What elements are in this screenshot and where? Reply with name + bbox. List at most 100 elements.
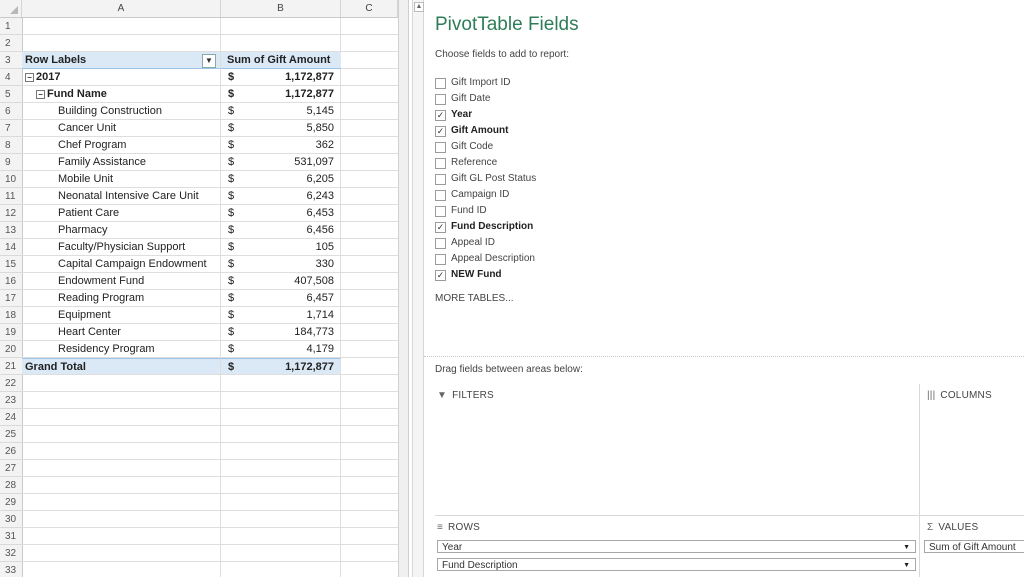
cell-a[interactable]: Chef Program (22, 137, 221, 154)
field-item[interactable]: Gift Import ID (435, 75, 536, 91)
cell-b-currency[interactable] (221, 494, 241, 511)
dropdown-arrow-icon[interactable]: ▼ (903, 559, 910, 572)
row-number[interactable]: 10 (0, 171, 22, 188)
row-number[interactable]: 23 (0, 392, 22, 409)
cell-a[interactable] (22, 35, 221, 52)
field-item[interactable]: Gift Code (435, 139, 536, 155)
checkbox-icon[interactable] (435, 94, 446, 105)
cell-b-currency[interactable]: $ (221, 154, 241, 171)
cell-a[interactable] (22, 460, 221, 477)
row-number[interactable]: 4 (0, 69, 22, 86)
cell-a[interactable] (22, 443, 221, 460)
cell-b-currency[interactable] (221, 477, 241, 494)
cell-b-value[interactable]: 362 (241, 137, 341, 154)
cell-a[interactable]: Residency Program (22, 341, 221, 358)
cell-a[interactable] (22, 511, 221, 528)
spreadsheet[interactable]: A B C 1 2 3 Row Labels ▼ Sum of Gift Amount 4−… (0, 0, 408, 577)
cell-b-currency[interactable]: $ (221, 103, 241, 120)
row-number[interactable]: 21 (0, 358, 22, 375)
sheet-vertical-scrollbar[interactable] (398, 0, 408, 577)
checkbox-icon[interactable] (435, 174, 446, 185)
row-number[interactable]: 27 (0, 460, 22, 477)
cell-a[interactable] (22, 426, 221, 443)
cell-a[interactable] (22, 409, 221, 426)
cell-b-value[interactable] (241, 426, 341, 443)
cell-a[interactable]: Pharmacy (22, 222, 221, 239)
cell-b-currency[interactable]: $ (221, 256, 241, 273)
checkbox-icon[interactable] (435, 78, 446, 89)
field-item[interactable]: Fund ID (435, 203, 536, 219)
cell-b-currency[interactable] (221, 375, 241, 392)
cell-a[interactable]: Faculty/Physician Support (22, 239, 221, 256)
cell-a[interactable] (22, 562, 221, 577)
checkbox-icon[interactable] (435, 158, 446, 169)
cell-b-currency[interactable] (221, 35, 241, 52)
cell-b-currency[interactable]: $ (221, 324, 241, 341)
cell-b-currency[interactable] (221, 426, 241, 443)
cell-b-currency[interactable] (221, 460, 241, 477)
checkbox-checked-icon[interactable]: ✓ (435, 270, 446, 281)
row-number[interactable]: 18 (0, 307, 22, 324)
sum-of-gift-amount-header[interactable]: Sum of Gift Amount (221, 52, 341, 69)
cell-b-value[interactable] (241, 18, 341, 35)
row-number[interactable]: 25 (0, 426, 22, 443)
field-item[interactable]: ✓ Year (435, 107, 536, 123)
row-number[interactable]: 33 (0, 562, 22, 577)
cell-b-value[interactable]: 407,508 (241, 273, 341, 290)
cell-b-currency[interactable]: $ (221, 358, 241, 375)
row-number[interactable]: 14 (0, 239, 22, 256)
cell-b-currency[interactable]: $ (221, 205, 241, 222)
cell-b-currency[interactable]: $ (221, 341, 241, 358)
row-number[interactable]: 28 (0, 477, 22, 494)
cell-b-value[interactable] (241, 562, 341, 577)
row-number[interactable]: 3 (0, 52, 22, 69)
column-header-b[interactable]: B (221, 0, 341, 17)
checkbox-checked-icon[interactable]: ✓ (435, 126, 446, 137)
scroll-up-icon[interactable]: ▲ (414, 2, 424, 12)
row-number[interactable]: 16 (0, 273, 22, 290)
cell-b-value[interactable]: 330 (241, 256, 341, 273)
checkbox-icon[interactable] (435, 254, 446, 265)
cell-b-currency[interactable]: $ (221, 188, 241, 205)
cell-b-value[interactable]: 6,205 (241, 171, 341, 188)
checkbox-checked-icon[interactable]: ✓ (435, 110, 446, 121)
cell-b-currency[interactable] (221, 545, 241, 562)
row-number[interactable]: 22 (0, 375, 22, 392)
cell-b-currency[interactable] (221, 18, 241, 35)
row-number[interactable]: 13 (0, 222, 22, 239)
cell-b-value[interactable]: 5,145 (241, 103, 341, 120)
row-number[interactable]: 6 (0, 103, 22, 120)
row-number[interactable]: 7 (0, 120, 22, 137)
cell-b-currency[interactable]: $ (221, 86, 241, 103)
cell-a[interactable]: Family Assistance (22, 154, 221, 171)
row-number[interactable]: 30 (0, 511, 22, 528)
cell-b-currency[interactable]: $ (221, 120, 241, 137)
cell-a[interactable] (22, 477, 221, 494)
cell-b-currency[interactable]: $ (221, 273, 241, 290)
cell-a[interactable]: Capital Campaign Endowment (22, 256, 221, 273)
cell-a[interactable]: Building Construction (22, 103, 221, 120)
cell-a[interactable]: Mobile Unit (22, 171, 221, 188)
values-field-sum[interactable]: Sum of Gift Amount (924, 540, 1024, 553)
cell-b-value[interactable]: 1,714 (241, 307, 341, 324)
field-item[interactable]: Reference (435, 155, 536, 171)
checkbox-icon[interactable] (435, 206, 446, 217)
cell-a[interactable]: Endowment Fund (22, 273, 221, 290)
field-list-scrollbar[interactable]: ▲ (412, 0, 424, 577)
cell-b-currency[interactable] (221, 562, 241, 577)
row-number[interactable]: 19 (0, 324, 22, 341)
more-tables-link[interactable]: MORE TABLES... (435, 293, 514, 304)
cell-b-value[interactable]: 184,773 (241, 324, 341, 341)
cell-b-value[interactable]: 531,097 (241, 154, 341, 171)
row-number[interactable]: 8 (0, 137, 22, 154)
cell-b-value[interactable] (241, 443, 341, 460)
checkbox-icon[interactable] (435, 142, 446, 153)
cell-b-value[interactable] (241, 409, 341, 426)
cell-b-value[interactable]: 1,172,877 (241, 69, 341, 86)
row-number[interactable]: 5 (0, 86, 22, 103)
cell-a[interactable] (22, 545, 221, 562)
field-item[interactable]: Gift Date (435, 91, 536, 107)
cell-b-currency[interactable] (221, 528, 241, 545)
row-number[interactable]: 2 (0, 35, 22, 52)
cell-a[interactable]: Equipment (22, 307, 221, 324)
